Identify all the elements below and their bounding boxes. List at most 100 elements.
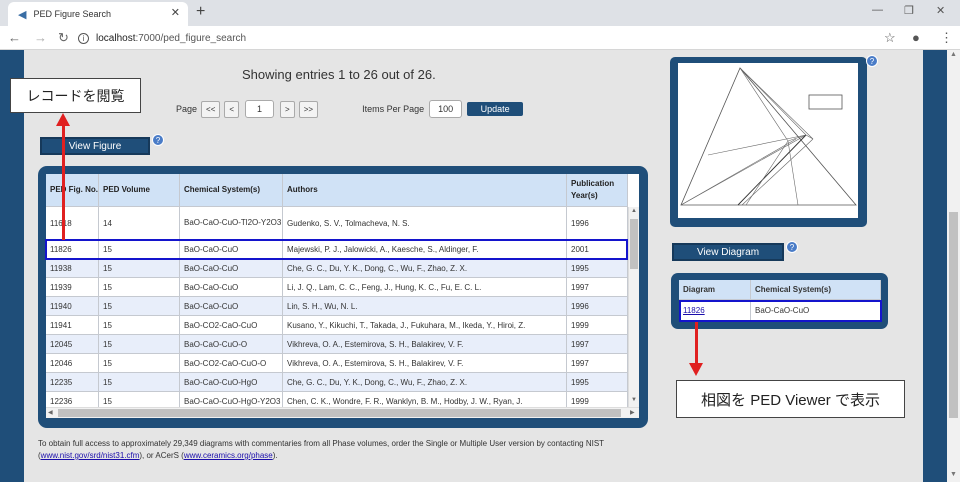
table-row[interactable]: 12046 15 BaO-CO2-CaO-CuO-O Vikhreva, O. … bbox=[46, 354, 628, 373]
menu-icon[interactable]: ⋮ bbox=[940, 30, 953, 46]
items-per-page-label: Items Per Page bbox=[362, 104, 425, 114]
info-icon[interactable]: i bbox=[78, 32, 89, 44]
diagram-table-header: Diagram Chemical System(s) bbox=[679, 280, 881, 300]
arrow-record-head bbox=[56, 113, 70, 126]
maximize-icon[interactable]: ❐ bbox=[904, 4, 914, 17]
minimize-icon[interactable]: — bbox=[872, 4, 883, 16]
cell-chem-system: BaO-CO2-CaO-CuO-O bbox=[180, 354, 283, 372]
table-hscroll-thumb[interactable] bbox=[58, 409, 621, 417]
col-authors[interactable]: Authors bbox=[283, 174, 567, 206]
arrow-record bbox=[62, 124, 65, 240]
close-tab-icon[interactable]: ✕ bbox=[171, 6, 180, 19]
cell-year: 1996 bbox=[567, 297, 628, 315]
cell-authors: Lin, S. H., Wu, N. L. bbox=[283, 297, 567, 315]
table-row[interactable]: 12235 15 BaO-CaO-CuO-HgO Che, G. C., Du,… bbox=[46, 373, 628, 392]
close-window-icon[interactable]: ✕ bbox=[936, 4, 945, 17]
pager: Page << < 1 > >> Items Per Page 100 Upda… bbox=[176, 100, 524, 118]
cell-authors: Vikhreva, O. A., Estemirova, S. H., Bala… bbox=[283, 354, 567, 372]
view-diagram-button[interactable]: View Diagram bbox=[672, 243, 784, 261]
page-scrollbar[interactable]: ▲ ▼ bbox=[947, 50, 960, 482]
phase-diagram-image[interactable] bbox=[678, 63, 858, 218]
right-margin bbox=[923, 50, 947, 482]
page-scroll-thumb[interactable] bbox=[949, 212, 958, 418]
table-row[interactable]: 11939 15 BaO-CaO-CuO Li, J. Q., Lam, C. … bbox=[46, 278, 628, 297]
table-scroll-down-icon[interactable]: ▼ bbox=[631, 397, 637, 403]
table-scroll-left-icon[interactable]: ◀ bbox=[48, 409, 53, 416]
next-page-button[interactable]: > bbox=[280, 100, 295, 118]
table-vscroll-thumb[interactable] bbox=[630, 219, 638, 269]
cell-authors: Li, J. Q., Lam, C. C., Feng, J., Hung, K… bbox=[283, 278, 567, 296]
cell-volume: 15 bbox=[99, 297, 180, 315]
scroll-up-icon[interactable]: ▲ bbox=[950, 51, 957, 58]
ceramics-link[interactable]: www.ceramics.org/phase bbox=[184, 451, 273, 460]
cell-fig-no: 12045 bbox=[46, 335, 99, 353]
selected-row-highlight bbox=[45, 239, 628, 260]
view-figure-button[interactable]: View Figure bbox=[40, 137, 150, 155]
url-host: localhost bbox=[96, 32, 136, 44]
cell-chem-system: BaO-CaO-CuO bbox=[180, 278, 283, 296]
footer-text: ). bbox=[272, 451, 278, 460]
table-row[interactable]: 11938 15 BaO-CaO-CuO Che, G. C., Du, Y. … bbox=[46, 259, 628, 278]
forward-icon[interactable]: → bbox=[34, 30, 47, 45]
table-row[interactable]: 11940 15 BaO-CaO-CuO Lin, S. H., Wu, N. … bbox=[46, 297, 628, 316]
cell-authors: Kusano, Y., Kikuchi, T., Takada, J., Fuk… bbox=[283, 316, 567, 334]
table-row[interactable]: 12045 15 BaO-CaO-CuO-O Vikhreva, O. A., … bbox=[46, 335, 628, 354]
scroll-down-icon[interactable]: ▼ bbox=[950, 471, 957, 478]
page-input[interactable]: 1 bbox=[245, 100, 275, 118]
ternary-diagram bbox=[680, 67, 857, 206]
favicon-icon: ◀ bbox=[18, 8, 27, 21]
cell-fig-no: 11618 bbox=[46, 207, 99, 239]
image-help-icon[interactable]: ? bbox=[866, 55, 878, 67]
reload-icon[interactable]: ↻ bbox=[58, 30, 69, 46]
table-scroll-up-icon[interactable]: ▲ bbox=[631, 208, 637, 214]
footer-text: ), or ACerS ( bbox=[139, 451, 184, 460]
url-path: :7000/ped_figure_search bbox=[135, 32, 247, 44]
cell-fig-no: 12046 bbox=[46, 354, 99, 372]
new-tab-icon[interactable]: + bbox=[196, 3, 205, 21]
browser-tab-bar: ◀ PED Figure Search ✕ + — ❐ ✕ bbox=[0, 0, 960, 26]
cell-volume: 15 bbox=[99, 259, 180, 277]
cell-year: 1995 bbox=[567, 373, 628, 391]
page-label: Page bbox=[176, 104, 198, 114]
cell-authors: Gudenko, S. V., Tolmacheva, N. S. bbox=[283, 207, 567, 239]
diagram-row-highlight bbox=[679, 300, 882, 322]
annotation-view-record: レコードを閲覧 bbox=[10, 78, 141, 113]
entries-heading: Showing entries 1 to 26 out of 26. bbox=[242, 67, 436, 82]
table-row[interactable]: 11618 14 BaO-CaO-CuO-Tl2O-Y2O3 Gudenko, … bbox=[46, 207, 628, 240]
browser-tab[interactable]: ◀ PED Figure Search ✕ bbox=[8, 2, 188, 26]
col-diagram-chem-system: Chemical System(s) bbox=[751, 280, 881, 299]
cell-volume: 15 bbox=[99, 354, 180, 372]
annotation-ped-viewer: 相図を PED Viewer で表示 bbox=[676, 380, 905, 418]
left-margin bbox=[0, 50, 24, 482]
url-field[interactable]: i localhost:7000/ped_figure_search bbox=[78, 29, 246, 47]
table-scroll-right-icon[interactable]: ▶ bbox=[630, 409, 635, 416]
last-page-button[interactable]: >> bbox=[298, 100, 319, 118]
diagram-help-icon[interactable]: ? bbox=[786, 241, 798, 253]
nist-link[interactable]: www.nist.gov/srd/nist31.cfm bbox=[41, 451, 140, 460]
back-icon[interactable]: ← bbox=[8, 30, 21, 45]
table-row[interactable]: 11941 15 BaO-CO2-CaO-CuO Kusano, Y., Kik… bbox=[46, 316, 628, 335]
col-chem-system[interactable]: Chemical System(s) bbox=[180, 174, 283, 206]
col-volume[interactable]: PED Volume bbox=[99, 174, 180, 206]
prev-page-button[interactable]: < bbox=[224, 100, 240, 118]
arrow-viewer bbox=[695, 322, 698, 364]
table-hscrollbar[interactable]: ◀ ▶ bbox=[46, 407, 639, 418]
cell-year: 1997 bbox=[567, 278, 628, 296]
help-icon[interactable]: ? bbox=[152, 134, 164, 146]
address-bar: ← → ↻ i localhost:7000/ped_figure_search… bbox=[0, 26, 960, 50]
col-fig-no[interactable]: PED Fig. No. bbox=[46, 174, 99, 206]
cell-fig-no: 12235 bbox=[46, 373, 99, 391]
cell-chem-system: BaO-CaO-CuO bbox=[180, 297, 283, 315]
cell-volume: 15 bbox=[99, 316, 180, 334]
cell-year: 1997 bbox=[567, 354, 628, 372]
profile-icon[interactable]: ● bbox=[912, 30, 920, 45]
first-page-button[interactable]: << bbox=[201, 100, 221, 118]
col-year[interactable]: Publication Year(s) bbox=[567, 174, 628, 206]
cell-year: 1996 bbox=[567, 207, 628, 239]
items-per-page-input[interactable]: 100 bbox=[429, 100, 463, 118]
bookmark-star-icon[interactable]: ☆ bbox=[884, 30, 896, 46]
figure-table: PED Fig. No. PED Volume Chemical System(… bbox=[46, 174, 639, 418]
table-vscrollbar[interactable]: ▲ ▼ bbox=[628, 207, 639, 407]
update-button[interactable]: Update bbox=[467, 102, 524, 116]
cell-chem-system: BaO-CaO-CuO-Tl2O-Y2O3 bbox=[180, 207, 283, 239]
